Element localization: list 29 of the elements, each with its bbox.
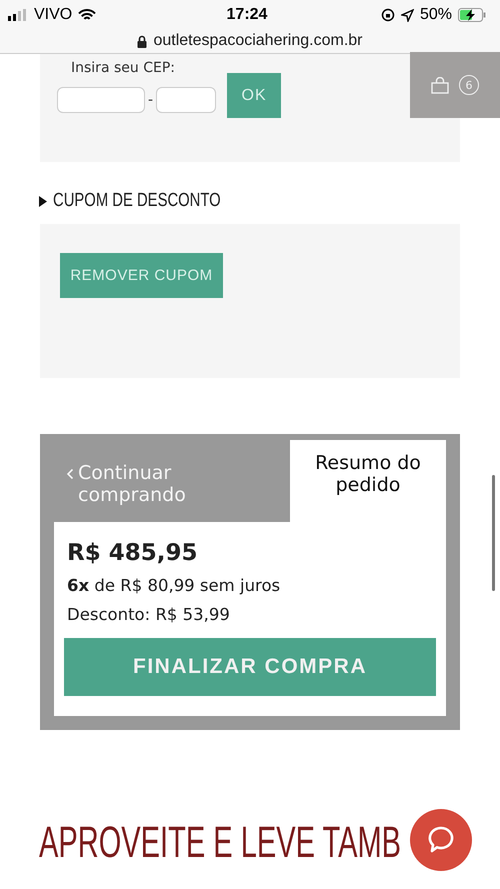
remove-coupon-button[interactable]: REMOVER CUPOM: [60, 253, 223, 298]
location-icon: [400, 8, 414, 22]
summary-tab[interactable]: Resumo do pedido: [290, 440, 446, 522]
chat-bubble-icon: [428, 826, 454, 854]
cep-separator: -: [148, 92, 154, 108]
installments-text: 6x de R$ 80,99 sem juros: [66, 576, 282, 595]
section-heading: APROVEITE E LEVE TAMB: [39, 818, 402, 868]
chevron-left-icon: [66, 468, 74, 480]
rotation-lock-icon: [380, 8, 395, 22]
order-total: R$ 485,95: [66, 540, 198, 566]
lock-icon: [137, 34, 148, 48]
triangle-right-icon[interactable]: [39, 196, 47, 206]
signal-icon: [8, 9, 28, 21]
ok-button[interactable]: OK: [227, 73, 282, 118]
checkout-button[interactable]: FINALIZAR COMPRA: [64, 638, 436, 696]
battery-charging-icon: [458, 8, 486, 22]
cep-input-field[interactable]: [57, 86, 145, 112]
carrier-name: VIVO: [34, 6, 72, 24]
battery-percent: 50%: [420, 6, 452, 24]
wifi-icon: [78, 8, 96, 22]
summary-tab[interactable]: Continuar comprando: [54, 448, 290, 518]
cart-count: 6: [459, 75, 479, 95]
shopping-bag-icon: [431, 76, 449, 94]
discount-text: Desconto: R$ 53,99: [66, 605, 231, 624]
cep-label: Insira seu CEP:: [70, 60, 175, 76]
clock-time: 17:24: [226, 6, 268, 24]
cart-button[interactable]: 6: [410, 52, 500, 118]
coupon-heading[interactable]: CUPOM DE DESCONTO: [53, 190, 221, 212]
cep-suffix-input-field[interactable]: [156, 86, 216, 112]
